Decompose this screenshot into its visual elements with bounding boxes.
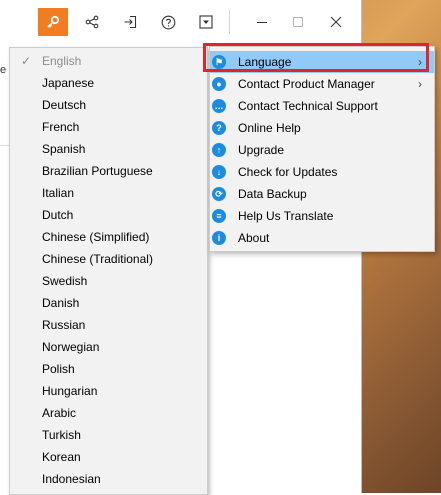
language-item-japanese[interactable]: Japanese	[10, 72, 207, 94]
language-item-hungarian[interactable]: Hungarian	[10, 380, 207, 402]
language-item-label: Italian	[42, 186, 75, 200]
titlebar-separator	[229, 10, 230, 34]
language-item-polish[interactable]: Polish	[10, 358, 207, 380]
language-item-spanish[interactable]: Spanish	[10, 138, 207, 160]
language-item-label: Dutch	[42, 208, 74, 222]
language-item-deutsch[interactable]: Deutsch	[10, 94, 207, 116]
menu-item-label: Upgrade	[238, 143, 285, 157]
language-item-label: Deutsch	[42, 98, 87, 112]
submenu-arrow-icon: ›	[418, 77, 422, 91]
close-icon	[330, 16, 342, 28]
language-item-label: Norwegian	[42, 340, 100, 354]
language-item-danish[interactable]: Danish	[10, 292, 207, 314]
upgrade-icon: ↑	[212, 143, 226, 157]
key-icon	[47, 15, 60, 28]
menu-item-online-help[interactable]: ? Online Help	[210, 117, 434, 139]
share-button[interactable]	[77, 8, 107, 36]
language-item-brazilian-portuguese[interactable]: Brazilian Portuguese	[10, 160, 207, 182]
minimize-icon	[257, 22, 267, 23]
help-icon	[161, 15, 175, 29]
language-item-label: Arabic	[42, 406, 77, 420]
title-bar	[0, 0, 361, 44]
language-item-label: Turkish	[42, 428, 81, 442]
menu-item-about[interactable]: i About	[210, 227, 434, 249]
language-item-label: Korean	[42, 450, 81, 464]
maximize-button[interactable]	[283, 8, 313, 36]
language-item-label: Chinese (Traditional)	[42, 252, 153, 266]
close-button[interactable]	[321, 8, 351, 36]
menu-item-label: Help Us Translate	[238, 209, 334, 223]
menu-dropdown-button[interactable]	[191, 8, 221, 36]
language-item-chinese-simplified[interactable]: Chinese (Simplified)	[10, 226, 207, 248]
info-icon: i	[212, 231, 226, 245]
annotation-highlight-box	[203, 43, 429, 72]
language-item-label: Chinese (Simplified)	[42, 230, 150, 244]
language-item-label: Russian	[42, 318, 86, 332]
language-item-label: French	[42, 120, 80, 134]
language-item-label: Brazilian Portuguese	[42, 164, 153, 178]
menu-item-label: Contact Product Manager	[238, 77, 375, 91]
menu-item-data-backup[interactable]: ⟳ Data Backup	[210, 183, 434, 205]
language-item-label: Polish	[42, 362, 75, 376]
menu-item-check-for-updates[interactable]: ↓ Check for Updates	[210, 161, 434, 183]
language-submenu: ✓ English Japanese Deutsch French Spanis…	[9, 47, 208, 495]
menu-dropdown-icon	[199, 15, 213, 29]
checkmark-icon: ✓	[21, 54, 32, 68]
person-icon: ●	[212, 77, 226, 91]
language-item-label: English	[42, 54, 82, 68]
menu-item-label: About	[238, 231, 270, 245]
language-item-chinese-traditional[interactable]: Chinese (Traditional)	[10, 248, 207, 270]
backup-icon: ⟳	[212, 187, 226, 201]
maximize-icon	[293, 17, 303, 27]
login-icon	[124, 15, 137, 29]
main-menu: ⚑ Language › ● Contact Product Manager ›…	[209, 46, 435, 252]
key-button[interactable]	[38, 8, 68, 36]
menu-item-label: Check for Updates	[238, 165, 338, 179]
language-item-label: Japanese	[42, 76, 95, 90]
menu-item-label: Contact Technical Support	[238, 99, 378, 113]
language-item-indonesian[interactable]: Indonesian	[10, 468, 207, 490]
download-icon: ↓	[212, 165, 226, 179]
translate-icon: ≡	[212, 209, 226, 223]
language-item-french[interactable]: French	[10, 116, 207, 138]
language-item-label: Hungarian	[42, 384, 98, 398]
question-icon: ?	[212, 121, 226, 135]
menu-item-contact-product-manager[interactable]: ● Contact Product Manager ›	[210, 73, 434, 95]
share-icon	[85, 15, 99, 29]
menu-item-label: Online Help	[238, 121, 301, 135]
language-item-label: Swedish	[42, 274, 88, 288]
minimize-button[interactable]	[247, 8, 277, 36]
menu-item-upgrade[interactable]: ↑ Upgrade	[210, 139, 434, 161]
language-item-label: Danish	[42, 296, 80, 310]
language-item-russian[interactable]: Russian	[10, 314, 207, 336]
menu-item-contact-technical-support[interactable]: … Contact Technical Support	[210, 95, 434, 117]
language-item-italian[interactable]: Italian	[10, 182, 207, 204]
language-item-korean[interactable]: Korean	[10, 446, 207, 468]
menu-item-help-us-translate[interactable]: ≡ Help Us Translate	[210, 205, 434, 227]
language-item-label: Indonesian	[42, 472, 101, 486]
chat-icon: …	[212, 99, 226, 113]
language-item-turkish[interactable]: Turkish	[10, 424, 207, 446]
language-item-arabic[interactable]: Arabic	[10, 402, 207, 424]
login-button[interactable]	[115, 8, 145, 36]
language-item-english[interactable]: ✓ English	[10, 50, 207, 72]
help-button[interactable]	[153, 8, 183, 36]
background-partial-text: ec	[0, 64, 6, 76]
language-item-norwegian[interactable]: Norwegian	[10, 336, 207, 358]
language-item-dutch[interactable]: Dutch	[10, 204, 207, 226]
language-item-swedish[interactable]: Swedish	[10, 270, 207, 292]
menu-item-label: Data Backup	[238, 187, 307, 201]
language-item-label: Spanish	[42, 142, 86, 156]
